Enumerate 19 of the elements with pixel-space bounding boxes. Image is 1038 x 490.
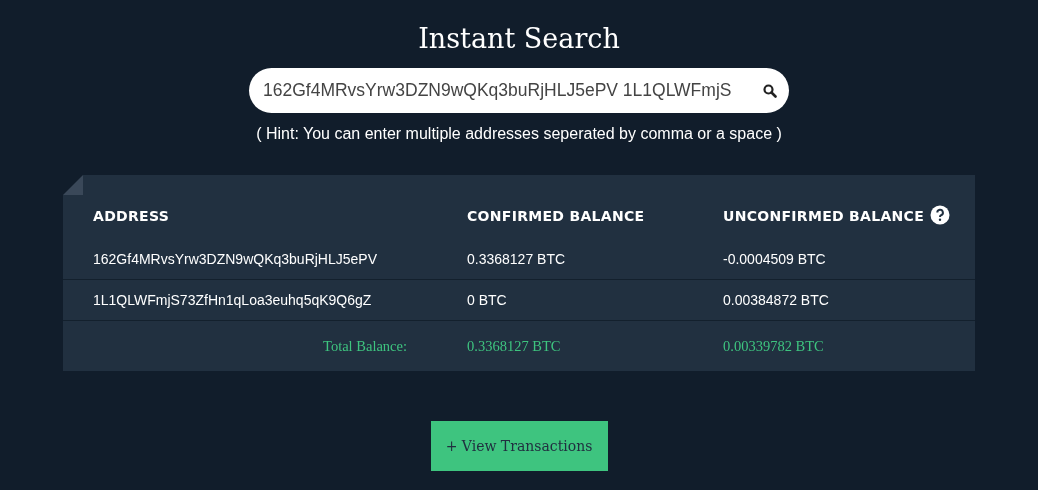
table-cell-text: 0 BTC — [467, 292, 508, 308]
column-header: CONFIRMED BALANCE — [467, 208, 645, 224]
hint-text: ( Hint: You can enter multiple addresses seperated by comma or a space ) — [256, 125, 782, 143]
help-icon[interactable] — [930, 205, 950, 225]
folded-corner-icon — [63, 175, 83, 195]
total-value: 0.3368127 BTC — [467, 337, 562, 355]
table-cell-text: 162Gf4MRvsYrw3DZN9wQKq3buRjHLJ5ePV — [93, 251, 378, 267]
column-header: UNCONFIRMED BALANCE — [723, 208, 925, 224]
view-transactions-button[interactable]: + View Transactions — [430, 421, 608, 471]
table-cell-text: -0.0004509 BTC — [723, 251, 827, 267]
total-value: 0.00339782 BTC — [723, 337, 825, 355]
page-title: Instant Search — [418, 22, 620, 56]
table-cell-text: 0.00384872 BTC — [723, 292, 830, 308]
total-label: Total Balance: — [322, 337, 408, 355]
table-cell-text: 1L1QLWFmjS73ZfHn1qLoa3euhq5qK9Q6gZ — [93, 292, 373, 308]
search-field[interactable]: 162Gf4MRvsYrw3DZN9wQKq3buRjHLJ5ePV 1L1QLWFmjS — [249, 68, 789, 113]
table-cell-text: 0.3368127 BTC — [467, 251, 567, 267]
column-header: ADDRESS — [93, 208, 170, 224]
search-icon[interactable] — [763, 84, 777, 98]
